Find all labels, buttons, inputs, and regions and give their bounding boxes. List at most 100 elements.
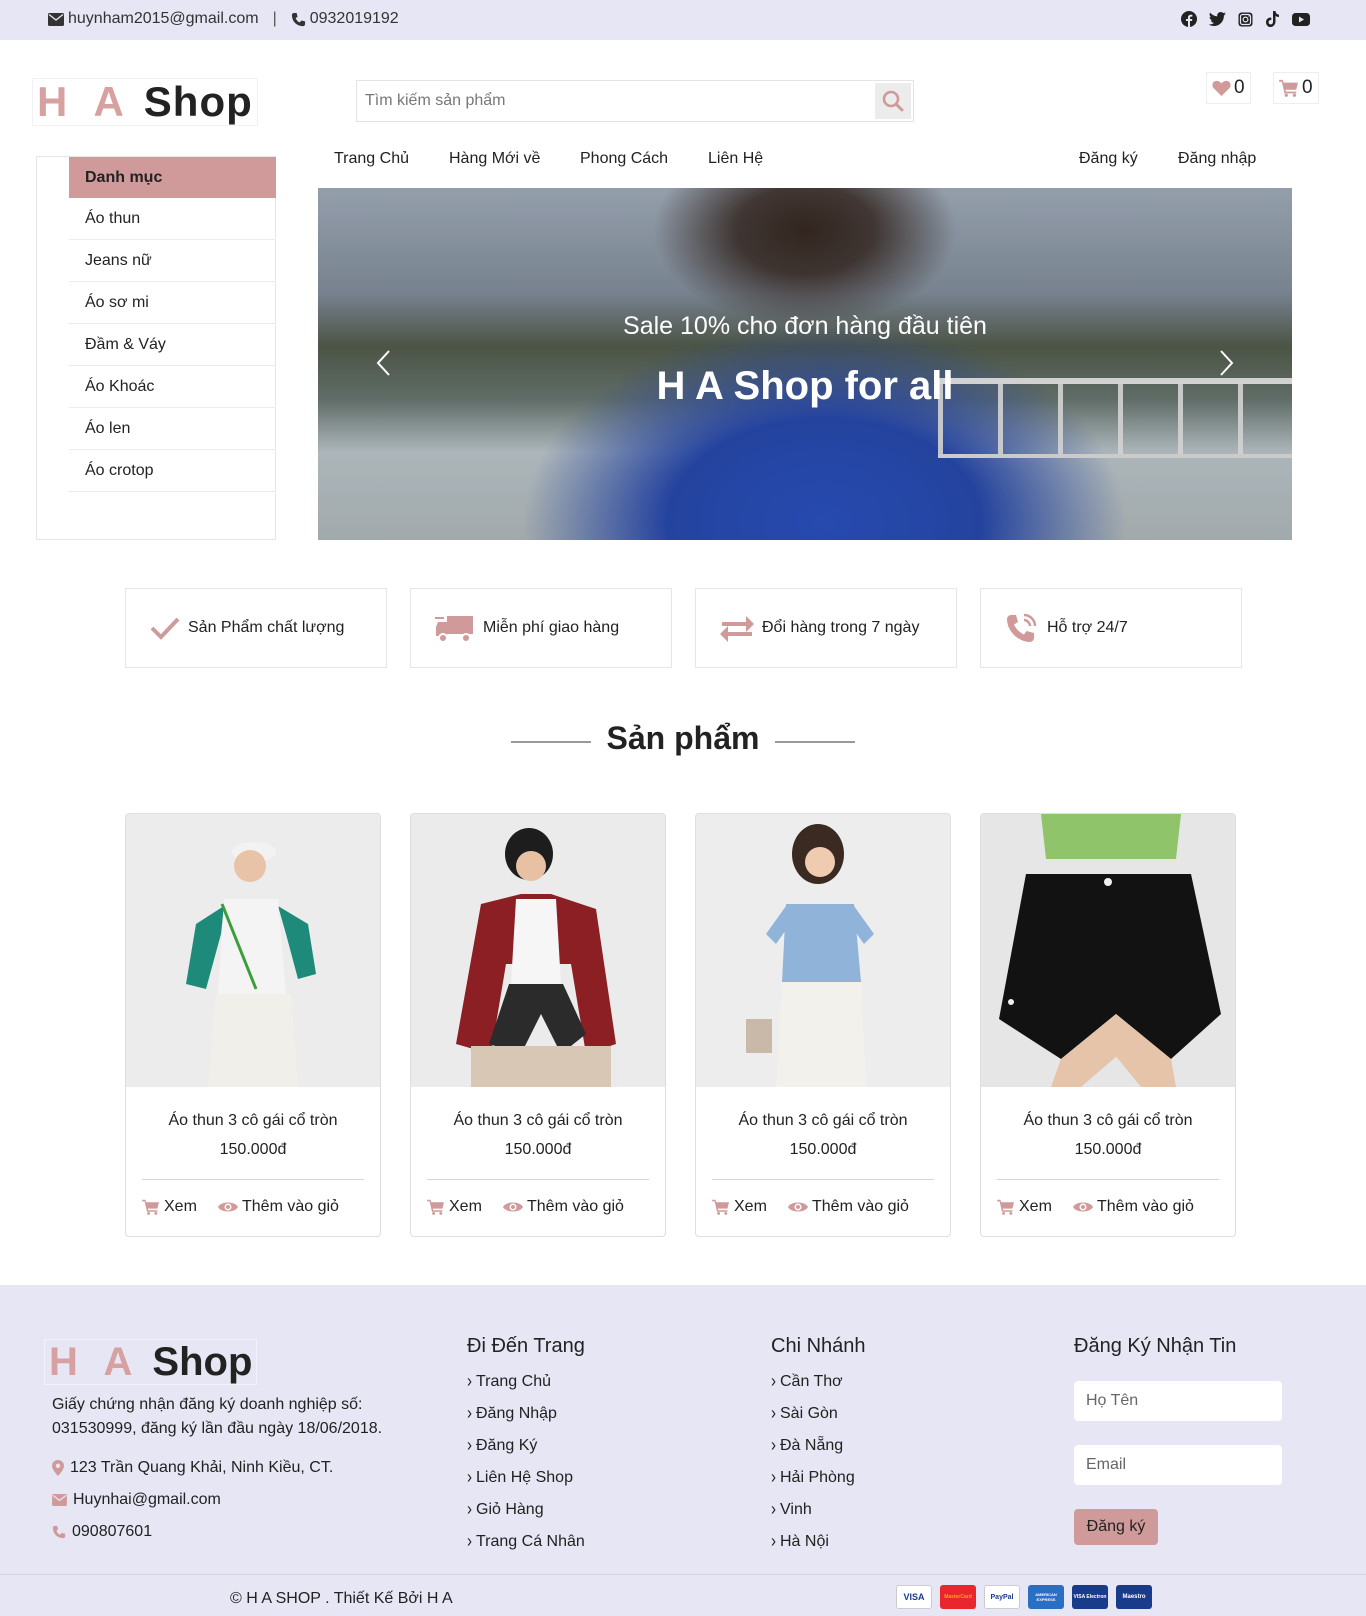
footer-link-cart[interactable]: › Giỏ Hàng xyxy=(467,1499,585,1533)
footer-logo-shop: Shop xyxy=(152,1339,253,1384)
view-button[interactable]: Xem xyxy=(712,1198,767,1216)
footer-link-contact[interactable]: › Liên Hệ Shop xyxy=(467,1467,585,1501)
exchange-arrows-icon xyxy=(720,616,754,642)
add-to-cart-button[interactable]: Thêm vào giỏ xyxy=(1073,1198,1194,1216)
footer-branch[interactable]: › Sài Gòn xyxy=(771,1403,855,1437)
add-to-cart-button[interactable]: Thêm vào giỏ xyxy=(503,1198,624,1216)
category-item[interactable]: Jeans nữ xyxy=(69,240,276,282)
category-item[interactable]: Áo Khoác xyxy=(69,366,276,408)
newsletter-email-input[interactable] xyxy=(1074,1445,1282,1485)
chevron-right-icon: › xyxy=(771,1531,776,1552)
footer-branch-label: Hải Phòng xyxy=(780,1469,855,1486)
footer-link-home[interactable]: › Trang Chủ xyxy=(467,1371,585,1405)
category-item[interactable]: Áo thun xyxy=(69,198,276,240)
footer-link-profile[interactable]: › Trang Cá Nhân xyxy=(467,1531,585,1565)
product-card[interactable]: Áo thun 3 cô gái cổ tròn 150.000đ Xem Th… xyxy=(695,813,951,1237)
phone-icon xyxy=(291,12,305,26)
top-bar: huynham2015@gmail.com | 0932019192 xyxy=(0,0,1366,40)
footer-link-register[interactable]: › Đăng Ký xyxy=(467,1435,585,1469)
view-button[interactable]: Xem xyxy=(427,1198,482,1216)
product-card[interactable]: Áo thun 3 cô gái cổ tròn 150.000đ Xem Th… xyxy=(410,813,666,1237)
category-item[interactable]: Áo len xyxy=(69,408,276,450)
chevron-right-icon: › xyxy=(467,1467,472,1488)
carousel-prev-icon[interactable] xyxy=(370,348,400,378)
footer-branch[interactable]: › Vinh xyxy=(771,1499,855,1533)
footer-branch[interactable]: › Đà Nẵng xyxy=(771,1435,855,1469)
cart-icon xyxy=(712,1199,729,1215)
facebook-icon[interactable] xyxy=(1180,10,1198,28)
phone-support-icon xyxy=(1007,613,1037,642)
category-item[interactable]: Áo crotop xyxy=(69,450,276,492)
top-phone[interactable]: 0932019192 xyxy=(310,10,399,28)
product-name[interactable]: Áo thun 3 cô gái cổ tròn xyxy=(411,1112,665,1130)
nav-login[interactable]: Đăng nhập xyxy=(1178,150,1256,168)
chevron-right-icon: › xyxy=(771,1371,776,1392)
eye-icon xyxy=(218,1202,238,1212)
footer-newsletter-title: Đăng Ký Nhận Tin xyxy=(1074,1335,1237,1357)
view-button[interactable]: Xem xyxy=(997,1198,1052,1216)
nav-style[interactable]: Phong Cách xyxy=(580,150,668,168)
add-to-cart-button[interactable]: Thêm vào giỏ xyxy=(218,1198,339,1216)
phone-icon xyxy=(52,1525,66,1539)
chevron-right-icon: › xyxy=(467,1403,472,1424)
footer-branch[interactable]: › Hà Nội xyxy=(771,1531,855,1565)
newsletter-subscribe-button[interactable]: Đăng ký xyxy=(1074,1509,1158,1545)
twitter-icon[interactable] xyxy=(1208,10,1226,28)
cart-icon xyxy=(997,1199,1014,1215)
feature-label: Miễn phí giao hàng xyxy=(483,619,620,636)
footer-logo-ha: H A xyxy=(49,1339,141,1384)
product-image[interactable] xyxy=(696,814,950,1087)
logo-ha: H A xyxy=(37,78,132,125)
product-name[interactable]: Áo thun 3 cô gái cổ tròn xyxy=(696,1112,950,1130)
view-label: Xem xyxy=(1019,1198,1052,1215)
chevron-right-icon: › xyxy=(771,1467,776,1488)
product-price: 150.000đ xyxy=(219,1141,287,1158)
tiktok-icon[interactable] xyxy=(1264,10,1282,28)
search-input[interactable] xyxy=(357,81,873,121)
nav-contact[interactable]: Liên Hệ xyxy=(708,150,763,168)
category-item[interactable]: Đầm & Váy xyxy=(69,324,276,366)
instagram-icon[interactable] xyxy=(1236,10,1254,28)
footer-email-text[interactable]: Huynhai@gmail.com xyxy=(73,1491,221,1509)
footer-address-text: 123 Trần Quang Khải, Ninh Kiều, CT. xyxy=(70,1459,334,1476)
nav-home[interactable]: Trang Chủ xyxy=(334,150,409,168)
footer-branch[interactable]: › Hải Phòng xyxy=(771,1467,855,1501)
site-logo[interactable]: H A Shop xyxy=(32,78,258,126)
carousel-next-icon[interactable] xyxy=(1210,348,1240,378)
product-image[interactable] xyxy=(981,814,1235,1087)
youtube-icon[interactable] xyxy=(1292,10,1310,28)
product-price: 150.000đ xyxy=(1074,1141,1142,1158)
footer-logo[interactable]: H A Shop xyxy=(44,1339,258,1385)
product-card[interactable]: Áo thun 3 cô gái cổ tròn 150.000đ Xem Th… xyxy=(125,813,381,1237)
add-to-cart-button[interactable]: Thêm vào giỏ xyxy=(788,1198,909,1216)
product-image[interactable] xyxy=(126,814,380,1087)
add-label: Thêm vào giỏ xyxy=(527,1198,624,1215)
footer-branch[interactable]: › Cần Thơ xyxy=(771,1371,855,1405)
newsletter-name-input[interactable] xyxy=(1074,1381,1282,1421)
products-section-title: Sản phẩm xyxy=(606,720,760,756)
footer-phone-text[interactable]: 090807601 xyxy=(72,1523,152,1541)
view-label: Xem xyxy=(734,1198,767,1215)
footer-pages-title: Đi Đến Trang xyxy=(467,1335,585,1357)
footer-link-label: Đăng Nhập xyxy=(476,1405,557,1422)
search-button[interactable] xyxy=(875,83,911,119)
truck-icon xyxy=(435,616,473,643)
chevron-right-icon: › xyxy=(467,1371,472,1392)
product-name[interactable]: Áo thun 3 cô gái cổ tròn xyxy=(981,1112,1235,1130)
footer-branch-label: Sài Gòn xyxy=(780,1405,838,1422)
view-button[interactable]: Xem xyxy=(142,1198,197,1216)
footer-link-login[interactable]: › Đăng Nhập xyxy=(467,1403,585,1437)
social-links xyxy=(1180,10,1310,28)
footer-link-label: Liên Hệ Shop xyxy=(476,1469,573,1486)
wishlist-button[interactable]: 0 xyxy=(1206,72,1251,104)
top-email[interactable]: huynham2015@gmail.com xyxy=(68,10,259,28)
cart-button[interactable]: 0 xyxy=(1273,72,1319,104)
nav-new-arrivals[interactable]: Hàng Mới về xyxy=(449,150,540,168)
product-image[interactable] xyxy=(411,814,665,1087)
feature-support: Hỗ trợ 24/7 xyxy=(980,588,1242,668)
product-divider xyxy=(427,1179,649,1180)
category-item[interactable]: Áo sơ mi xyxy=(69,282,276,324)
product-name[interactable]: Áo thun 3 cô gái cổ tròn xyxy=(126,1112,380,1130)
nav-register[interactable]: Đăng ký xyxy=(1079,150,1138,168)
product-card[interactable]: Áo thun 3 cô gái cổ tròn 150.000đ Xem Th… xyxy=(980,813,1236,1237)
